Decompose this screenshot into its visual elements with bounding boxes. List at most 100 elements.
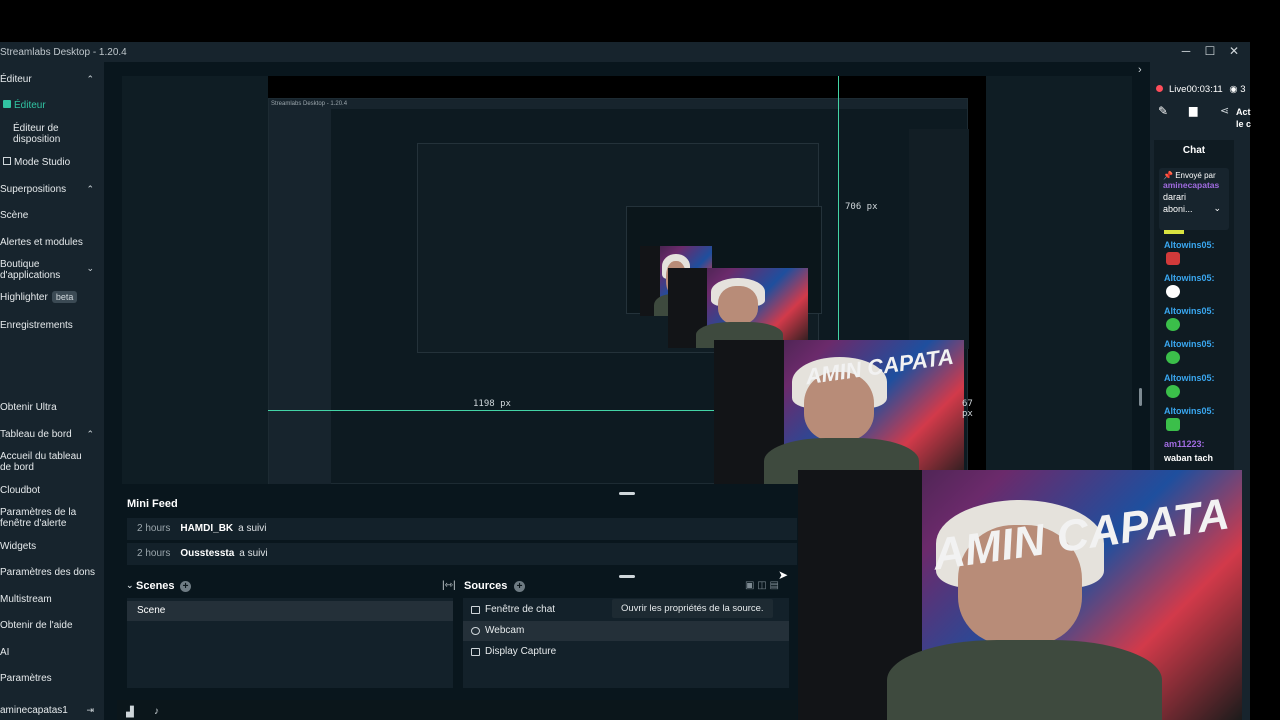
sidebar-item-app-store[interactable]: Boutique d'applications ⌄ bbox=[0, 259, 94, 281]
minimize-icon[interactable]: ─ bbox=[1180, 44, 1192, 58]
measure-line-h bbox=[268, 410, 714, 411]
sidebar-item-ai[interactable]: AI bbox=[0, 647, 104, 658]
chevron-down-icon: ⌄ bbox=[86, 263, 94, 273]
webcam-small bbox=[668, 268, 808, 348]
sidebar-item-widgets[interactable]: Widgets bbox=[0, 541, 104, 552]
measure-label-r: 67 px bbox=[962, 399, 973, 419]
webcam-overlay: AMIN CAPATA bbox=[798, 470, 1242, 720]
emote-icon bbox=[1166, 318, 1180, 331]
tab-chat[interactable]: Chat bbox=[1154, 140, 1234, 162]
sidebar-item-alert-box-settings[interactable]: Paramètres de la fenêtre d'alerte bbox=[0, 507, 80, 529]
nested-chat bbox=[909, 129, 969, 349]
chat-username[interactable]: Altowins05: bbox=[1164, 273, 1215, 283]
chevron-up-icon: ⌃ bbox=[86, 74, 94, 84]
sidebar-item-recordings[interactable]: Enregistrements bbox=[0, 320, 104, 331]
webcam-medium[interactable]: AMIN CAPATA bbox=[714, 340, 964, 484]
preview-scroll-handle[interactable] bbox=[1139, 388, 1142, 406]
scene-transition-icon[interactable]: |⇿| bbox=[442, 580, 456, 591]
mini-feed-title: Mini Feed bbox=[127, 498, 178, 510]
clip-icon[interactable]: ▆ bbox=[1189, 104, 1197, 117]
actions-label[interactable]: Act le c bbox=[1236, 106, 1251, 130]
nested-sidebar bbox=[269, 109, 331, 484]
resize-handle[interactable] bbox=[619, 575, 635, 578]
chevron-down-icon[interactable]: ⌄ bbox=[1213, 203, 1221, 214]
title-bar: Streamlabs Desktop - 1.20.4 ─ ☐ ✕ bbox=[0, 42, 1250, 62]
notification-icon[interactable]: ♪ bbox=[154, 706, 159, 717]
editor-icon bbox=[3, 100, 11, 108]
emote-icon bbox=[1166, 285, 1180, 298]
pinned-text: darari aboni... bbox=[1163, 192, 1193, 214]
pinned-by: 📌 Envoyé par bbox=[1163, 171, 1216, 180]
feed-row: 2 hours Ousstessta a suivi bbox=[127, 543, 797, 565]
sidebar-item-editor[interactable]: Éditeur bbox=[3, 100, 107, 111]
pinned-message[interactable]: 📌 Envoyé par aminecapatas darari aboni..… bbox=[1159, 168, 1229, 230]
sidebar-item-dashboard-home[interactable]: Accueil du tableau de bord bbox=[0, 451, 92, 473]
mouse-cursor-icon: ➤ bbox=[778, 568, 789, 582]
chevron-up-icon: ⌃ bbox=[86, 429, 94, 439]
scenes-title: Scenes bbox=[136, 580, 175, 592]
logout-icon[interactable]: ⇥ bbox=[86, 705, 94, 716]
beta-badge: beta bbox=[51, 291, 78, 303]
emote-strip bbox=[1164, 230, 1184, 234]
sources-title: Sources bbox=[464, 580, 508, 592]
sidebar-item-help[interactable]: Obtenir de l'aide bbox=[0, 620, 104, 631]
window-title: Streamlabs Desktop - 1.20.4 bbox=[0, 46, 127, 58]
live-dot-icon bbox=[1156, 85, 1163, 92]
chat-username[interactable]: Altowins05: bbox=[1164, 240, 1215, 250]
chat-username[interactable]: Altowins05: bbox=[1164, 339, 1215, 349]
viewers-icon: ◉ bbox=[1229, 84, 1238, 95]
add-scene-icon[interactable]: + bbox=[180, 581, 191, 592]
chat-username[interactable]: am11223: bbox=[1164, 439, 1205, 449]
studio-icon bbox=[3, 157, 11, 165]
footer-bar: ▟ ♪ bbox=[117, 700, 797, 720]
sidebar-item-multistream[interactable]: Multistream bbox=[0, 594, 104, 605]
measure-label-v: 706 px bbox=[845, 202, 878, 212]
maximize-icon[interactable]: ☐ bbox=[1204, 44, 1216, 58]
sidebar-user[interactable]: aminecapatas1 ⇥ bbox=[0, 705, 104, 716]
add-source-icon[interactable]: + bbox=[514, 581, 525, 592]
source-toolbar-icons[interactable]: ▣ ◫ ▤ bbox=[745, 580, 779, 591]
emote-icon bbox=[1166, 351, 1180, 364]
chat-message: waban tach bbox=[1164, 453, 1214, 463]
sidebar-item-scene[interactable]: Scène bbox=[0, 210, 104, 221]
chat-username[interactable]: Altowins05: bbox=[1164, 406, 1215, 416]
sidebar-section-overlays[interactable]: Superpositions ⌃ bbox=[0, 184, 104, 195]
source-item[interactable]: Webcam bbox=[463, 621, 789, 641]
source-item[interactable]: Display Capture bbox=[463, 642, 789, 662]
close-icon[interactable]: ✕ bbox=[1228, 44, 1240, 58]
sidebar-section-editor[interactable]: Éditeur ⌃ bbox=[0, 74, 104, 85]
sidebar-item-layout-editor[interactable]: Éditeur de disposition bbox=[3, 123, 93, 145]
chat-username[interactable]: Altowins05: bbox=[1164, 306, 1215, 316]
webcam-icon bbox=[471, 627, 480, 635]
stream-preview[interactable]: Streamlabs Desktop - 1.20.4 AMIN CAPATA … bbox=[268, 76, 986, 484]
edit-icon[interactable]: ✎ bbox=[1158, 104, 1168, 118]
sidebar-item-studio-mode[interactable]: Mode Studio bbox=[3, 157, 107, 168]
emote-icon bbox=[1166, 385, 1180, 398]
live-status: Live00:03:11 ◉ 3 bbox=[1156, 84, 1246, 95]
share-icon[interactable]: ⋖ bbox=[1220, 104, 1229, 117]
sidebar-item-ultra[interactable]: Obtenir Ultra bbox=[0, 402, 104, 413]
chat-username[interactable]: Altowins05: bbox=[1164, 373, 1215, 383]
sidebar-item-cloudbot[interactable]: Cloudbot bbox=[0, 485, 104, 496]
nested-title: Streamlabs Desktop - 1.20.4 bbox=[269, 99, 967, 109]
feed-row: 2 hours HAMDI_BK a suivi bbox=[127, 518, 797, 540]
chat-window-icon bbox=[471, 606, 480, 614]
emote-icon bbox=[1166, 418, 1180, 431]
measure-line-v bbox=[838, 76, 839, 340]
jacket-shape bbox=[886, 640, 1163, 720]
scene-item[interactable]: Scene bbox=[127, 601, 453, 621]
chevron-up-icon: ⌃ bbox=[86, 184, 94, 194]
pinned-user: aminecapatas bbox=[1163, 180, 1220, 190]
sidebar-item-settings[interactable]: Paramètres bbox=[0, 673, 104, 684]
chevron-down-icon[interactable]: ⌄ bbox=[126, 580, 134, 591]
performance-icon[interactable]: ▟ bbox=[126, 707, 134, 718]
window-controls: ─ ☐ ✕ bbox=[1180, 44, 1240, 58]
source-tooltip: Ouvrir les propriétés de la source. bbox=[612, 599, 773, 618]
sidebar-section-dashboard[interactable]: Tableau de bord ⌃ bbox=[0, 429, 104, 440]
sidebar-item-alerts[interactable]: Alertes et modules bbox=[0, 237, 104, 248]
emote-icon bbox=[1166, 252, 1180, 265]
expand-right-icon[interactable]: › bbox=[1138, 64, 1142, 76]
sidebar-item-highlighter[interactable]: Highlighter beta bbox=[0, 291, 104, 303]
sidebar-item-donation-settings[interactable]: Paramètres des dons bbox=[0, 567, 104, 578]
measure-label-h: 1198 px bbox=[473, 399, 511, 409]
